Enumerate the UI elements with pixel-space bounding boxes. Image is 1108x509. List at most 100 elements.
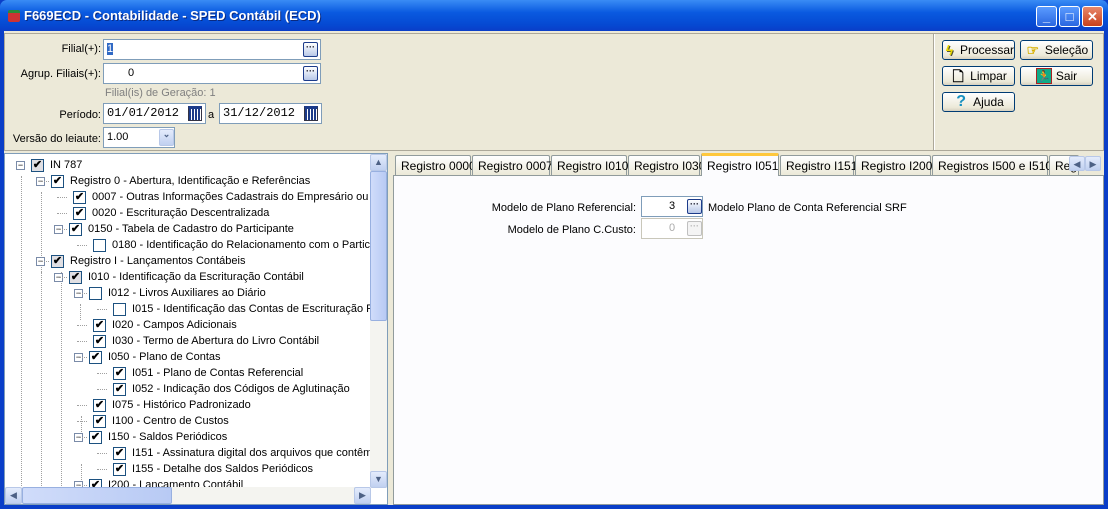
modelo-ref-lookup-button[interactable]: ··· (687, 199, 702, 214)
checkbox[interactable] (89, 286, 102, 300)
checkbox[interactable]: ✔ (89, 350, 102, 364)
checkbox[interactable]: ✔ (93, 414, 106, 428)
tree-connector (77, 421, 87, 422)
tab-registro-i030[interactable]: Registro I030 (628, 155, 705, 175)
tab-registro-0007[interactable]: Registro 0007 (472, 155, 553, 175)
checkbox[interactable] (113, 302, 126, 316)
checkbox[interactable]: ✔ (113, 366, 126, 380)
tree-item[interactable]: − ✔ 0150 - Tabela de Cadastro do Participa… (54, 221, 294, 237)
scroll-thumb[interactable] (370, 171, 387, 321)
tree-item[interactable]: ✔ I051 - Plano de Contas Referencial (113, 365, 303, 381)
checkbox[interactable]: ✔ (89, 430, 102, 444)
tab-registros-i500-e-i510[interactable]: Registros I500 e I510 (932, 155, 1052, 175)
tree-item[interactable]: ✔ I155 - Detalhe dos Saldos Periódicos (113, 461, 313, 477)
tree-item-label: I052 - Indicação dos Códigos de Aglutina… (132, 383, 350, 395)
tab-registro-i151[interactable]: Registro I151 (780, 155, 857, 175)
tree-connector (57, 229, 67, 230)
sair-button[interactable]: 🏃 Sair (1020, 66, 1093, 86)
checkbox[interactable]: ✔ (93, 318, 106, 332)
tree-item[interactable]: ✔ I020 - Campos Adicionais (93, 317, 237, 333)
minimize-button[interactable]: _ (1036, 6, 1057, 27)
checkbox[interactable]: ✔ (93, 398, 106, 412)
periodo-sep: a (208, 109, 215, 121)
tree-item[interactable]: ✔ I075 - Histórico Padronizado (93, 397, 251, 413)
geracao-text: Filial(is) de Geração: 1 (105, 87, 216, 99)
filial-input[interactable]: 1 (103, 39, 321, 60)
tree-connector (80, 304, 81, 320)
tree-item[interactable]: − ✔ I150 - Saldos Periódicos (74, 429, 227, 445)
close-button[interactable]: ✕ (1082, 6, 1103, 27)
horizontal-scrollbar[interactable]: ◀ ▶ (5, 487, 371, 504)
tree-item[interactable]: ✔ 0020 - Escrituração Descentralizada (73, 205, 269, 221)
collapse-icon[interactable]: − (16, 160, 25, 170)
tree-item[interactable]: − ✔ I050 - Plano de Contas (74, 349, 221, 365)
scroll-thumb[interactable] (22, 487, 172, 504)
checkbox[interactable]: ✔ (51, 254, 64, 268)
ajuda-button[interactable]: ? Ajuda (942, 92, 1015, 112)
checkbox[interactable] (93, 238, 106, 252)
tree-connector (57, 277, 67, 278)
exit-icon: 🏃 (1035, 68, 1052, 84)
tree-item[interactable]: ✔ I030 - Termo de Abertura do Livro Contá… (93, 333, 319, 349)
calendar-icon[interactable] (188, 106, 202, 121)
tree-connector (77, 325, 87, 326)
tab-registro-i010[interactable]: Registro I010 (551, 155, 628, 175)
tree-item[interactable]: − ✔ Registro 0 - Abertura, Identificação e… (36, 173, 310, 189)
tree-item[interactable]: − ✔ Registro I - Lançamentos Contábeis (36, 253, 245, 269)
tree-item[interactable]: ✔ I100 - Centro de Custos (93, 413, 229, 429)
tab-scroll-right-button[interactable]: ▶ (1085, 156, 1101, 171)
tree-item[interactable]: − ✔ I010 - Identificação da Escrituração C… (54, 269, 304, 285)
scroll-down-button[interactable]: ▼ (370, 471, 387, 488)
tree-item[interactable]: 0180 - Identificação do Relacionamento c… (93, 237, 387, 253)
tab-registro-i051[interactable]: Registro I051 (701, 153, 779, 176)
agrup-label: Agrup. Filiais(+): (20, 68, 101, 80)
checkbox[interactable]: ✔ (113, 446, 126, 460)
checkbox[interactable]: ✔ (73, 206, 86, 220)
tree-item-label: I150 - Saldos Periódicos (108, 431, 228, 443)
checkbox[interactable]: ✔ (51, 174, 64, 188)
records-tree[interactable]: − ✔ I200 - Lançamento Contábil ✔ I155 - Deta… (4, 153, 388, 505)
agrup-lookup-button[interactable]: ··· (303, 66, 318, 81)
tree-item[interactable]: − ✔ IN 787 (16, 157, 82, 173)
vertical-scrollbar[interactable]: ▲ ▼ (370, 154, 387, 488)
tree-connector (57, 213, 67, 214)
tree-item[interactable]: ✔ 0007 - Outras Informações Cadastrais do… (73, 189, 387, 205)
selecao-button[interactable]: ☞ Seleção (1020, 40, 1093, 60)
scroll-left-button[interactable]: ◀ (5, 487, 22, 504)
checkbox[interactable]: ✔ (113, 382, 126, 396)
tree-connector (57, 197, 67, 198)
filial-lookup-button[interactable]: ··· (303, 42, 318, 57)
tab-scroll-left-button[interactable]: ◀ (1069, 156, 1085, 171)
tab-panel-registro-i051: Modelo de Plano Referencial: 3 ··· Model… (393, 175, 1104, 505)
agrup-input[interactable]: 0 (103, 63, 321, 84)
tab-registro-0000[interactable]: Registro 0000 (395, 155, 476, 175)
tree-item-label: I020 - Campos Adicionais (112, 319, 237, 331)
calendar-icon[interactable] (304, 106, 318, 121)
divider (933, 34, 935, 150)
tree-item[interactable]: ✔ I052 - Indicação dos Códigos de Aglutin… (113, 381, 350, 397)
tree-item[interactable]: ✔ I151 - Assinatura digital dos arquivos … (113, 445, 387, 461)
checkbox[interactable]: ✔ (69, 270, 82, 284)
maximize-button[interactable]: □ (1059, 6, 1080, 27)
checkbox[interactable]: ✔ (31, 158, 44, 172)
processar-button[interactable]: ϟ Processar (942, 40, 1015, 60)
checkbox[interactable]: ✔ (113, 462, 126, 476)
scroll-up-button[interactable]: ▲ (370, 154, 387, 171)
scroll-right-button[interactable]: ▶ (354, 487, 371, 504)
limpar-button[interactable]: 🗋 Limpar (942, 66, 1015, 86)
client-area: Filial(+): 1 ··· Agrup. Filiais(+): 0 ··… (4, 31, 1104, 505)
checkbox[interactable]: ✔ (69, 222, 82, 236)
tree-item-label: I050 - Plano de Contas (108, 351, 221, 363)
checkbox[interactable]: ✔ (73, 190, 86, 204)
window-title: F669ECD - Contabilidade - SPED Contábil … (24, 8, 321, 23)
checkbox[interactable]: ✔ (93, 334, 106, 348)
tree-connector (41, 272, 42, 502)
title-bar: F669ECD - Contabilidade - SPED Contábil … (0, 0, 1108, 31)
chevron-down-icon[interactable]: ⌄ (159, 129, 174, 146)
tab-registro-i200[interactable]: Registro I200 (855, 155, 932, 175)
tree-item-label: I012 - Livros Auxiliares ao Diário (108, 287, 266, 299)
tree-item[interactable]: I015 - Identificação das Contas de Escri… (113, 301, 387, 317)
tree-connector (97, 453, 107, 454)
tree-item-label: I100 - Centro de Custos (112, 415, 229, 427)
tree-item[interactable]: − I012 - Livros Auxiliares ao Diário (74, 285, 266, 301)
